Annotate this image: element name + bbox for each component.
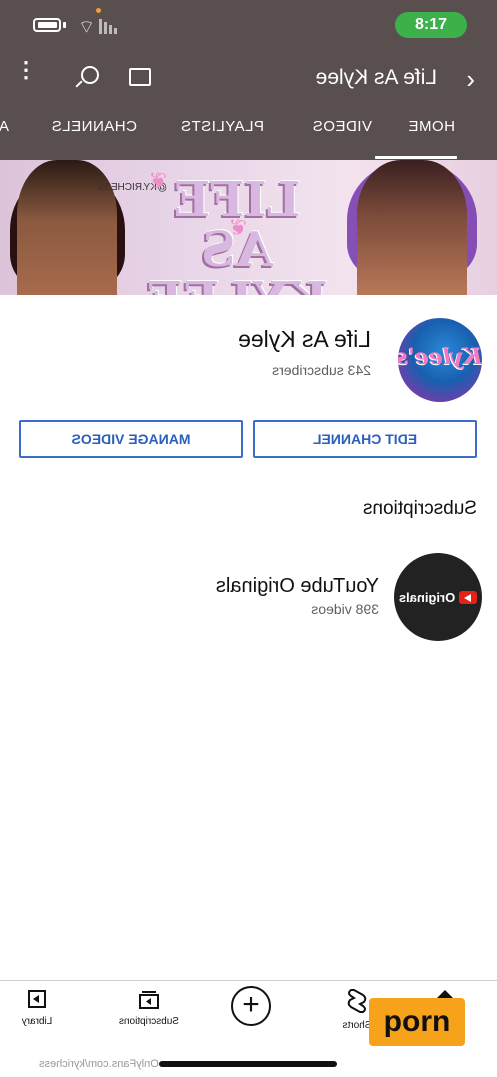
banner-person xyxy=(17,160,117,295)
nav-subscriptions-label: Subscriptions xyxy=(118,1016,180,1027)
wifi-icon: ⌔ xyxy=(78,17,95,37)
channel-title: Life As Kylee xyxy=(315,66,437,89)
watermark-badge: porn xyxy=(369,998,465,1046)
back-icon[interactable]: ‹ xyxy=(466,64,475,95)
subscriptions-icon xyxy=(139,991,159,1009)
butterfly-icon: ❦ xyxy=(228,215,247,240)
subscriber-count: 243 subscribers xyxy=(272,362,371,378)
nav-library-label: Library xyxy=(21,1016,53,1027)
create-button[interactable]: + xyxy=(231,986,271,1026)
channel-banner: LIFE AS KYLEE @KY.RICHESS ❦ ❦ xyxy=(0,160,497,295)
status-time: 8:17 xyxy=(395,12,467,38)
nav-library[interactable]: Library xyxy=(0,988,77,1027)
mirrored-screen: 8:17 ⌔ ‹ Life As Kylee ⋮ HOME VIDEOS PLA… xyxy=(0,0,497,1077)
subscription-name[interactable]: YouTube Originals xyxy=(216,575,379,598)
subscription-avatar[interactable]: Originals xyxy=(394,553,482,641)
shorts-icon xyxy=(347,989,367,1013)
more-icon[interactable]: ⋮ xyxy=(15,57,37,82)
privacy-indicator-icon xyxy=(96,8,101,13)
library-icon xyxy=(28,990,46,1008)
signal-icon xyxy=(99,18,117,34)
banner-person xyxy=(357,160,467,295)
butterfly-icon: ❦ xyxy=(148,168,167,193)
tab-playlists[interactable]: PLAYLISTS xyxy=(181,118,264,135)
originals-logo-text: Originals xyxy=(398,589,456,605)
nav-subscriptions[interactable]: Subscriptions xyxy=(109,988,189,1027)
avatar-logo-text: Kylee's xyxy=(398,344,482,370)
channel-name: Life As Kylee xyxy=(238,326,371,352)
home-indicator[interactable] xyxy=(159,1061,337,1067)
tab-home[interactable]: HOME xyxy=(408,118,455,135)
arrow-up-icon xyxy=(437,990,453,998)
tab-about[interactable]: A xyxy=(0,118,9,135)
tab-channels[interactable]: CHANNELS xyxy=(51,118,137,135)
battery-tip xyxy=(63,22,66,28)
watermark-url: OnlyFans.com/kyrichess xyxy=(39,1058,159,1070)
edit-channel-button[interactable]: EDIT CHANNEL xyxy=(253,420,477,458)
search-icon[interactable] xyxy=(81,66,99,84)
battery-icon xyxy=(33,18,61,32)
youtube-logo-icon xyxy=(459,590,478,604)
channel-avatar[interactable]: Kylee's xyxy=(398,318,482,402)
tab-videos[interactable]: VIDEOS xyxy=(312,118,372,135)
bottom-nav-divider xyxy=(0,980,497,981)
status-time-text: 8:17 xyxy=(414,16,448,33)
active-tab-indicator xyxy=(375,156,457,159)
cast-icon[interactable] xyxy=(129,68,151,86)
subscriptions-heading: Subscriptions xyxy=(362,498,477,519)
subscription-video-count: 398 videos xyxy=(311,601,379,617)
nav-shorts-label: Shorts xyxy=(342,1020,372,1031)
manage-videos-button[interactable]: MANAGE VIDEOS xyxy=(19,420,243,458)
